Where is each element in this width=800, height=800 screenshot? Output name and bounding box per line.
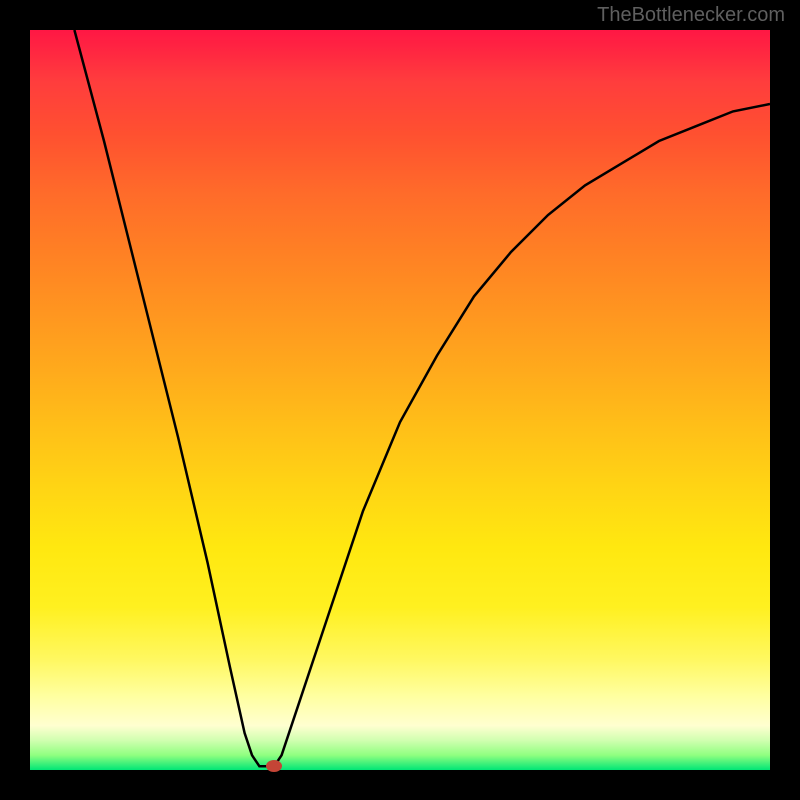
attribution-text: TheBottlenecker.com [597,4,785,27]
bottleneck-curve [30,30,770,770]
optimal-point-marker [266,760,282,772]
chart-plot-area [30,30,770,770]
